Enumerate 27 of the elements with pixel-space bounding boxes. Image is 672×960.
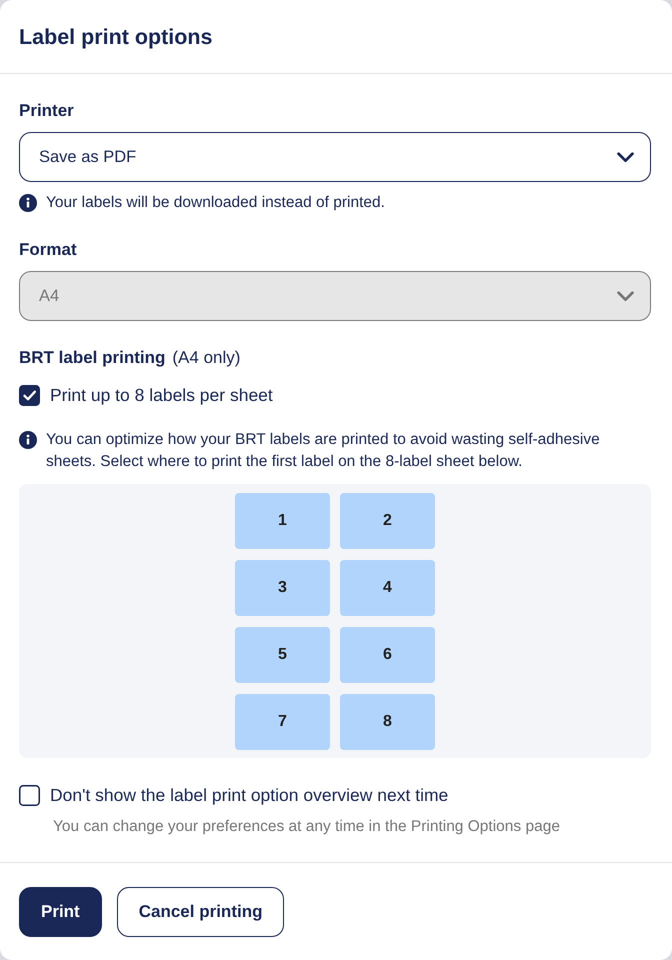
label-position-tile[interactable]: 8 [340, 694, 435, 750]
checkbox-label[interactable]: Don't show the label print option overview next time [50, 784, 448, 806]
label-position-tile[interactable]: 1 [235, 493, 330, 549]
print-button[interactable]: Print [19, 887, 102, 937]
chevron-down-icon [617, 290, 634, 302]
checkbox[interactable] [19, 784, 40, 806]
label-position-tile[interactable]: 7 [235, 694, 330, 750]
label-position-tile[interactable]: 3 [235, 560, 330, 616]
section-qualifier: (A4 only) [172, 347, 240, 369]
section-heading: BRT label printing [19, 347, 166, 369]
checkbox-label[interactable]: Print up to 8 labels per sheet [50, 384, 273, 406]
label-position-tile[interactable]: 5 [235, 627, 330, 683]
info-text: Your labels will be downloaded instead of printed. [46, 193, 385, 213]
printer-select[interactable]: Save as PDF [19, 132, 651, 182]
info-icon [19, 431, 37, 449]
label-position-tile[interactable]: 6 [340, 627, 435, 683]
hint-text: You can change your preferences at any time in the Printing Options page [53, 817, 561, 837]
info-text: You can optimize how your BRT labels are printed to avoid wasting self-adhesive sheets. Select where to print the first label on the 8-label sheet below. [46, 430, 601, 472]
label-position-tile[interactable]: 2 [340, 493, 435, 549]
cancel-button[interactable]: Cancel printing [116, 887, 284, 937]
chevron-down-icon [617, 152, 634, 162]
field-label: Format [19, 239, 78, 261]
dialog-title: Label print options [19, 24, 212, 50]
info-icon [19, 194, 37, 212]
field-label: Printer [19, 100, 75, 122]
checkbox[interactable] [19, 384, 40, 406]
label-position-tile[interactable]: 4 [340, 560, 435, 616]
